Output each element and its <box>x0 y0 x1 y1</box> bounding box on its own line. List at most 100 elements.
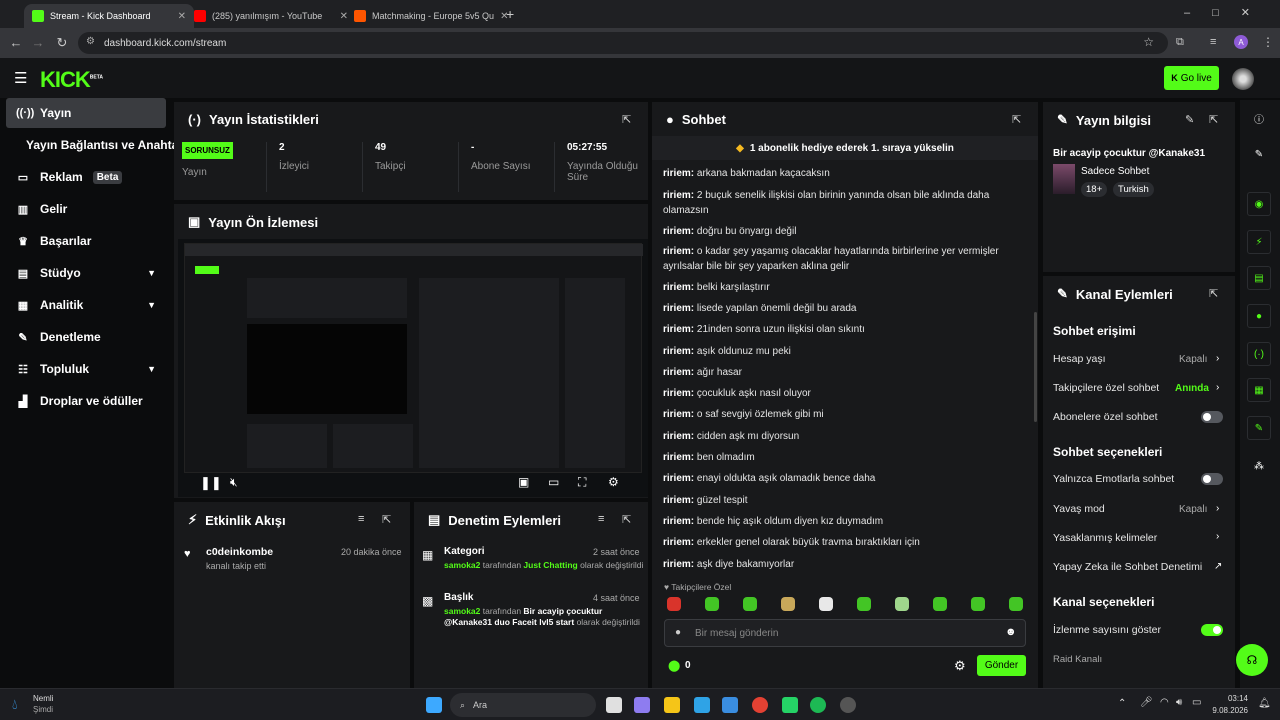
clock-time[interactable]: 03:14 <box>1220 694 1248 703</box>
stream-category[interactable]: Sadece Sohbet <box>1081 166 1149 177</box>
chrome-icon[interactable] <box>752 697 768 713</box>
chat-username[interactable]: ririem: <box>663 346 694 357</box>
tab-youtube[interactable]: (285) yanılmışım - YouTube ✕ <box>186 4 356 28</box>
edit-pencil-icon[interactable]: ✎ <box>1247 142 1271 166</box>
reading-list-icon[interactable]: ≡ <box>1210 36 1216 48</box>
show-viewer-count-toggle[interactable] <box>1201 624 1223 636</box>
chevron-right-icon[interactable]: › <box>1216 503 1219 514</box>
battery-icon[interactable]: ▭ <box>1192 697 1201 708</box>
tab-faceit[interactable]: Matchmaking - Europe 5v5 Qu ✕ <box>346 4 516 28</box>
kick-logo[interactable]: KICKBETA <box>40 67 103 93</box>
chat-message[interactable]: ririem: bende hiç aşık oldum diyen kız d… <box>663 514 1028 529</box>
chat-message[interactable]: ririem: 21inden sonra uzun ilişkisi olan… <box>663 322 1028 337</box>
microphone-icon[interactable]: 🎤︎ <box>1140 697 1153 708</box>
popout-icon[interactable]: ⇱ <box>382 513 391 526</box>
go-live-button[interactable]: K Go live <box>1164 66 1219 90</box>
close-icon[interactable]: ✕ <box>178 11 186 22</box>
followers-only-value[interactable]: Anında <box>1175 383 1209 394</box>
weather-icon[interactable]: 💧︎ <box>12 696 18 713</box>
hamburger-menu-icon[interactable]: ☰ <box>14 69 27 87</box>
help-support-icon[interactable]: ☊ <box>1236 644 1268 676</box>
broadcast-icon[interactable]: (·) <box>1247 342 1271 366</box>
chat-username[interactable]: ririem: <box>663 516 694 527</box>
windows-start-icon[interactable] <box>426 697 442 713</box>
edge-icon[interactable] <box>694 697 710 713</box>
lightning-icon[interactable]: ⚡︎ <box>1247 230 1271 254</box>
chat-message[interactable]: ririem: belki karşılaştırır <box>663 280 1028 295</box>
chat-message[interactable]: ririem: 2 buçuk senelik ilişkisi olan bi… <box>663 188 1028 218</box>
chat-message[interactable]: ririem: aşık oldunuz mu peki <box>663 344 1028 359</box>
stats-icon[interactable]: ▦ <box>1247 378 1271 402</box>
reload-icon[interactable]: ↻ <box>52 35 72 51</box>
emote-icon[interactable] <box>1009 597 1023 611</box>
taskbar-search[interactable]: ⌕ Ara <box>450 693 596 717</box>
sidebar-item-studyo[interactable]: ▤ Stüdyo ▼ <box>6 258 166 288</box>
chat-message[interactable]: ririem: arkana bakmadan kaçacaksın <box>663 166 1028 181</box>
sidebar-item-gelir[interactable]: ▥ Gelir <box>6 194 166 224</box>
chat-message[interactable]: ririem: çocukluk aşkı nasıl oluyor <box>663 386 1028 401</box>
back-icon[interactable]: ← <box>6 35 26 50</box>
emoji-icon[interactable]: ☻ <box>1005 626 1017 638</box>
store-icon[interactable] <box>722 697 738 713</box>
wrench-icon[interactable]: ✎ <box>1247 416 1271 440</box>
extensions-icon[interactable]: ⧉ <box>1176 36 1184 49</box>
tab-kick-dashboard[interactable]: Stream - Kick Dashboard ✕ <box>24 4 194 28</box>
chat-username[interactable]: ririem: <box>663 367 694 378</box>
info-icon[interactable]: ⓘ <box>1247 106 1271 130</box>
chat-username[interactable]: ririem: <box>663 324 694 335</box>
notification-bell-icon[interactable]: 🔔︎ <box>1258 698 1271 709</box>
copilot-icon[interactable] <box>634 697 650 713</box>
edit-pencil-icon[interactable]: ✎ <box>1185 113 1194 126</box>
slow-mode-label[interactable]: Yavaş mod <box>1053 503 1105 515</box>
chat-message[interactable]: ririem: ağır hasar <box>663 365 1028 380</box>
mod-user[interactable]: samoka2 <box>444 560 480 570</box>
filter-icon[interactable]: ≡ <box>358 513 364 525</box>
sidebar-item-topluluk[interactable]: ☷ Topluluk ▼ <box>6 354 166 384</box>
chat-username[interactable]: ririem: <box>663 473 694 484</box>
chat-message[interactable]: ririem: cidden aşk mı diyorsun <box>663 429 1028 444</box>
menu-kebab-icon[interactable]: ⋮ <box>1262 35 1274 49</box>
chat-input[interactable]: ● Bir mesaj gönderin ☻ <box>664 619 1026 647</box>
account-age-value[interactable]: Kapalı <box>1179 354 1207 365</box>
raid-channel-label[interactable]: Raid Kanalı <box>1053 654 1102 665</box>
fullscreen-icon[interactable]: ⛶ <box>578 475 586 490</box>
url-field[interactable]: ⚙ dashboard.kick.com/stream ☆ <box>78 32 1168 54</box>
sidebar-item-basarilar[interactable]: ♛ Başarılar <box>6 226 166 256</box>
chat-username[interactable]: ririem: <box>663 409 694 420</box>
account-age-label[interactable]: Hesap yaşı <box>1053 353 1106 365</box>
bookmark-star-icon[interactable]: ☆ <box>1143 35 1154 49</box>
stream-preview-video[interactable]: ❚❚ 🔇︎ ▣ ▭ ⛶ ⚙ <box>178 239 648 497</box>
popout-icon[interactable]: ⇱ <box>622 113 631 126</box>
emotes-only-toggle[interactable] <box>1201 473 1223 485</box>
emote-icon[interactable] <box>705 597 719 611</box>
task-view-icon[interactable] <box>606 697 622 713</box>
new-tab-button[interactable]: + <box>506 6 514 22</box>
chat-message[interactable]: ririem: aşk diye bakamıyorlar <box>663 557 1028 572</box>
emote-icon[interactable] <box>933 597 947 611</box>
chat-username[interactable]: ririem: <box>663 303 694 314</box>
emote-icon[interactable] <box>781 597 795 611</box>
chat-username[interactable]: ririem: <box>663 431 694 442</box>
wifi-icon[interactable]: ◠ <box>1160 697 1169 708</box>
emote-icon[interactable] <box>857 597 871 611</box>
chat-username[interactable]: ririem: <box>663 246 694 257</box>
site-info-icon[interactable]: ⚙ <box>86 36 95 47</box>
file-explorer-icon[interactable] <box>664 697 680 713</box>
forward-icon[interactable]: → <box>28 35 48 50</box>
spotify-icon[interactable] <box>810 697 826 713</box>
sidebar-item-stream-key[interactable]: Yayın Bağlantısı ve Anahtarı <box>6 130 186 160</box>
sidebar-item-yayin[interactable]: ((·)) Yayın <box>6 98 166 128</box>
sidebar-item-droplar[interactable]: ▟ Droplar ve ödüller <box>6 386 166 416</box>
emote-icon[interactable] <box>667 597 681 611</box>
chevron-right-icon[interactable]: › <box>1216 382 1219 393</box>
chat-username[interactable]: ririem: <box>663 537 694 548</box>
mute-icon[interactable]: 🔇︎ <box>230 475 238 490</box>
emote-icon[interactable] <box>895 597 909 611</box>
chat-settings-gear-icon[interactable]: ⚙ <box>954 658 966 674</box>
emote-icon[interactable] <box>819 597 833 611</box>
chat-username[interactable]: ririem: <box>663 559 694 570</box>
chat-message[interactable]: ririem: doğru bu önyargı değil <box>663 224 1028 239</box>
whatsapp-icon[interactable] <box>782 697 798 713</box>
chat-message[interactable]: ririem: erkekler genel olarak büyük trav… <box>663 535 1028 550</box>
chat-username[interactable]: ririem: <box>663 282 694 293</box>
